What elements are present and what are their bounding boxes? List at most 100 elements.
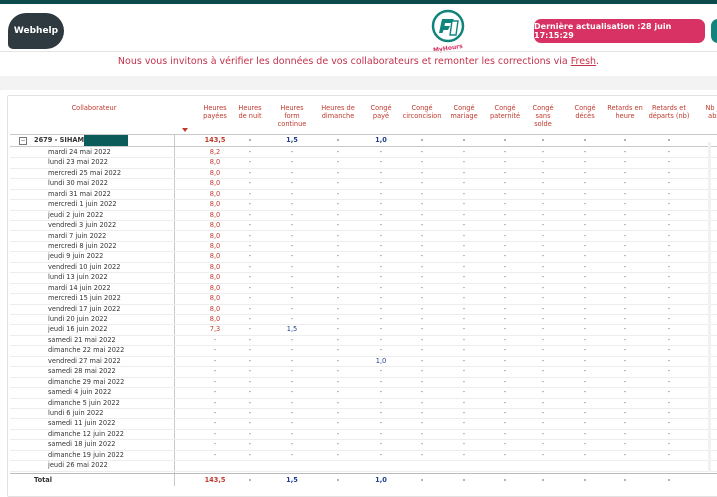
- cell-css: -: [541, 377, 545, 386]
- group-cell-cpat: -: [503, 136, 507, 144]
- cell-cpat: -: [503, 241, 507, 250]
- column-header-hf[interactable]: Heures form continue: [273, 104, 311, 128]
- vertical-scrollbar[interactable]: [708, 142, 711, 472]
- column-header-hn[interactable]: Heures de nuit: [234, 104, 266, 120]
- cell-heures-form: -: [290, 304, 294, 313]
- cell-rh: -: [623, 398, 627, 407]
- cell-hd: -: [336, 325, 340, 334]
- cell-cpat: -: [503, 221, 507, 230]
- cell-cm: -: [462, 283, 466, 292]
- column-header-nb[interactable]: Nb jo abs: [704, 104, 717, 120]
- cell-cc: -: [420, 200, 424, 209]
- cell-rh: -: [623, 158, 627, 167]
- table-row[interactable]: jeudi 26 mai 2022: [10, 460, 717, 472]
- column-header-hp[interactable]: Heures payées: [198, 104, 232, 120]
- cell-rd: -: [667, 283, 671, 292]
- column-header-collab[interactable]: Collaborateur: [34, 104, 154, 112]
- cell-cpat: -: [503, 335, 507, 344]
- cell-rh: -: [623, 315, 627, 324]
- cell-cc: -: [420, 189, 424, 198]
- cell-conge-paye: -: [379, 179, 383, 188]
- cell-rh: -: [623, 388, 627, 397]
- fresh-link[interactable]: Fresh: [571, 56, 596, 67]
- total-cell-cp: 1,0: [375, 476, 387, 484]
- cell-rh: -: [623, 429, 627, 438]
- cell-cm: -: [462, 440, 466, 449]
- cell-rd: -: [667, 367, 671, 376]
- side-menu-button[interactable]: [711, 19, 717, 43]
- column-header-cpat[interactable]: Congé paternité: [485, 104, 525, 120]
- total-cell-rd: -: [667, 476, 671, 484]
- row-date-label: jeudi 16 juin 2022: [48, 325, 108, 334]
- cell-hn: -: [248, 294, 252, 303]
- cell-cc: -: [420, 409, 424, 417]
- cell-hd: -: [336, 252, 340, 261]
- webhelp-logo[interactable]: Webhelp: [8, 13, 64, 49]
- cell-rh: -: [623, 189, 627, 198]
- cell-css: -: [541, 419, 545, 428]
- cell-conge-paye: -: [379, 440, 383, 449]
- cell-cc: -: [420, 335, 424, 344]
- cell-css: -: [541, 409, 545, 417]
- cell-heures-form: 1,5: [286, 325, 298, 334]
- cell-rd: -: [667, 189, 671, 198]
- cell-conge-paye: -: [379, 221, 383, 230]
- column-header-cp[interactable]: Congé payé: [365, 104, 397, 120]
- cell-cc: -: [420, 294, 424, 303]
- cell-cd: -: [583, 388, 587, 397]
- banner-text-end: .: [596, 56, 600, 67]
- cell-cc: -: [420, 419, 424, 428]
- group-cell-cp: 1,0: [375, 136, 387, 144]
- cell-cc: -: [420, 356, 424, 365]
- column-header-cm[interactable]: Congé mariage: [446, 104, 482, 120]
- cell-cm: -: [462, 388, 466, 397]
- app-header: Webhelp MyHours Dernière actualisation :…: [0, 4, 717, 53]
- cell-css: -: [541, 168, 545, 177]
- employee-group-row[interactable]: − 2679 - SIHAM 143,5 - 1,5 - 1,0 - - - - - - -: [10, 134, 717, 147]
- row-date-label: mardi 14 juin 2022: [48, 283, 111, 292]
- cell-cd: -: [583, 283, 587, 292]
- cell-cd: -: [583, 231, 587, 240]
- cell-cd: -: [583, 325, 587, 334]
- cell-cpat: -: [503, 210, 507, 219]
- total-row: Total 143,5 - 1,5 - 1,0 - - - - - - -: [10, 473, 717, 485]
- cell-conge-paye: -: [379, 377, 383, 386]
- cell-heures-payees: 8,0: [209, 189, 221, 198]
- sort-descending-icon[interactable]: [182, 128, 188, 132]
- cell-cd: -: [583, 200, 587, 209]
- cell-rh: -: [623, 440, 627, 449]
- column-header-hd[interactable]: Heures de dimanche: [316, 104, 360, 120]
- cell-heures-payees: 7,3: [209, 325, 221, 334]
- cell-rd: -: [667, 168, 671, 177]
- myhours-logo[interactable]: MyHours: [428, 9, 468, 53]
- cell-cm: -: [462, 200, 466, 209]
- row-date-label: lundi 30 mai 2022: [48, 179, 108, 188]
- cell-rd: -: [667, 231, 671, 240]
- total-cell-hn: -: [248, 476, 252, 484]
- cell-cd: -: [583, 168, 587, 177]
- cell-rh: -: [623, 304, 627, 313]
- cell-rd: -: [667, 377, 671, 386]
- total-cell-rh: -: [623, 476, 627, 484]
- cell-heures-payees: 8,0: [209, 294, 221, 303]
- cell-rh: -: [623, 377, 627, 386]
- cell-rh: -: [623, 231, 627, 240]
- column-header-rh[interactable]: Retards en heure: [606, 104, 644, 120]
- cell-cm: -: [462, 304, 466, 313]
- cell-cm: -: [462, 273, 466, 282]
- row-date-label: mercredi 8 juin 2022: [48, 241, 117, 250]
- column-header-css[interactable]: Congé sans solde: [528, 104, 558, 128]
- group-cell-hd: -: [336, 136, 340, 144]
- collapse-icon[interactable]: −: [19, 137, 27, 145]
- total-cell-cpat: -: [503, 476, 507, 484]
- column-header-cc[interactable]: Congé circoncision: [400, 104, 444, 120]
- cell-cpat: -: [503, 148, 507, 156]
- cell-heures-payees: -: [213, 419, 217, 428]
- cell-hn: -: [248, 325, 252, 334]
- cell-cpat: -: [503, 419, 507, 428]
- column-header-rd[interactable]: Retards et départs (nb): [647, 104, 691, 120]
- column-header-cd[interactable]: Congé décès: [570, 104, 600, 120]
- cell-rd: -: [667, 262, 671, 271]
- group-cell-css: -: [541, 136, 545, 144]
- cell-rd: -: [667, 252, 671, 261]
